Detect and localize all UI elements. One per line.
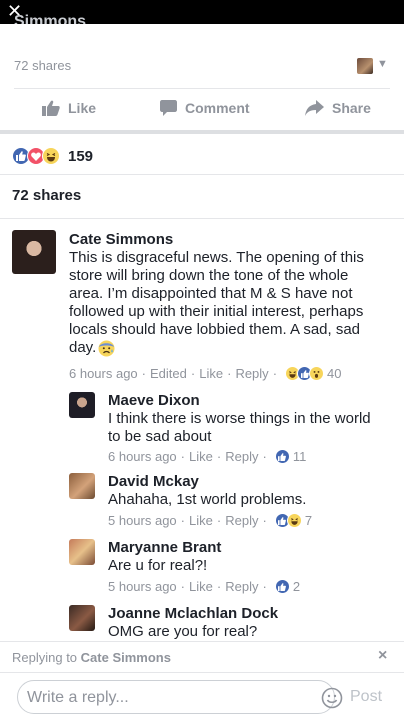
comment-line: store will bring down the tone of the wh… [69,267,349,284]
avatar[interactable] [69,605,95,631]
divider [14,88,390,89]
haha-reaction-icon [286,513,302,528]
reply-placeholder: Write a reply... [27,689,129,706]
like-link[interactable]: Like [189,579,213,594]
reply: Joanne Mclachlan Dock OMG are you for re… [0,605,404,641]
reaction-count: 159 [68,148,94,165]
like-reaction-icon [274,449,290,464]
divider [0,174,404,175]
comment-text: I think there is worse things in the wor… [108,410,398,446]
comment-reactions[interactable] [274,513,302,528]
post-shares-count[interactable]: 72 shares [14,58,71,73]
comment-line: locals should have lobbied them. A sad, … [69,321,361,338]
reactions-summary[interactable]: 159 [0,144,404,172]
share-icon [305,100,324,116]
comment-line: followed up with their initial interest,… [69,303,364,320]
reply-link[interactable]: Reply [235,366,268,381]
avatar[interactable] [12,230,56,274]
comment-line: to be sad about [108,428,212,445]
anxious-face-emoji-icon [98,340,115,356]
comment-text: Ahahaha, 1st world problems. [108,491,398,509]
comment-text: This is disgraceful news. The opening of… [69,249,399,357]
reply-link[interactable]: Reply [225,449,258,464]
comment-line: This is disgraceful news. The opening of… [69,249,364,266]
replying-to-prefix: Replying to [12,650,78,665]
comment-time[interactable]: 5 hours ago [108,579,177,594]
post-button[interactable]: Post [350,688,382,706]
reply: Maeve Dixon I think there is worse thing… [0,392,404,464]
comment-meta: 5 hours ago · Like · Reply · 2 [108,579,301,594]
like-link[interactable]: Like [189,513,213,528]
comment-meta: 6 hours ago · Like · Reply · 11 [108,449,307,464]
comment-author[interactable]: David Mckay [108,473,199,490]
chevron-down-icon[interactable]: ▼ [377,58,388,70]
reply-composer: Write a reply... Post [0,672,404,720]
avatar[interactable] [69,473,95,499]
emoji-icon[interactable] [321,687,343,709]
share-button[interactable]: Share [305,100,371,116]
like-reaction-icon [274,579,290,594]
reaction-count: 7 [304,513,313,528]
comment-meta: 6 hours ago · Edited · Like · Reply · 40 [69,366,342,381]
comment-line-last: day. [69,339,399,357]
post-actions: Like Comment Share [0,90,404,128]
comment-reactions[interactable] [274,579,290,594]
comment-line: day. [69,339,97,356]
comment-icon [160,100,177,116]
comment-label: Comment [185,100,250,116]
comment-time[interactable]: 6 hours ago [108,449,177,464]
comment-line: Are u for real?! [108,557,208,574]
top-bar: ✕ Simmons [0,0,404,24]
close-icon[interactable]: × [378,647,387,665]
edited-label[interactable]: Edited [150,366,187,381]
reply: David Mckay Ahahaha, 1st world problems.… [0,473,404,531]
comment-author[interactable]: Joanne Mclachlan Dock [108,605,278,622]
comment-author[interactable]: Maeve Dixon [108,392,200,409]
reaction-icons [12,147,60,165]
divider [0,218,404,219]
haha-reaction-icon [42,147,60,165]
comment-button[interactable]: Comment [160,100,250,116]
comment-line: OMG are you for real? [108,623,258,640]
comment-text: OMG are you for real? [108,623,398,641]
comment-meta: 5 hours ago · Like · Reply · 7 [108,513,313,528]
scrolled-name-peek: Simmons [14,13,87,25]
post-shares-row: 72 shares ▼ [0,46,404,86]
like-label: Like [68,100,97,116]
reply-input[interactable]: Write a reply... [17,680,343,714]
reply-link[interactable]: Reply [225,579,258,594]
reaction-count: 2 [292,579,301,594]
reaction-count: 40 [327,366,342,381]
comment-reactions[interactable] [285,366,325,381]
reply: Maryanne Brant Are u for real?! 5 hours … [0,539,404,597]
thumbs-up-icon [42,100,60,116]
comment-text: Are u for real?! [108,557,398,575]
comment-line: Ahahaha, 1st world problems. [108,491,307,508]
comment-time[interactable]: 5 hours ago [108,513,177,528]
reaction-count: 11 [292,449,307,464]
share-label: Share [332,100,371,116]
comment: Cate Simmons This is disgraceful news. T… [0,230,404,390]
shares-header[interactable]: 72 shares [12,187,81,204]
comment-line: area. I’m disappointed that M & S have n… [69,285,353,302]
section-separator [0,130,404,134]
wow-reaction-icon [309,366,325,381]
replying-to-bar: Replying to Cate Simmons × [0,641,404,671]
reply-link[interactable]: Reply [225,513,258,528]
avatar[interactable] [357,58,373,74]
comment-line: I think there is worse things in the wor… [108,410,371,427]
replying-to-label: Replying to Cate Simmons [12,650,171,665]
like-link[interactable]: Like [189,449,213,464]
replying-to-target: Cate Simmons [80,650,171,665]
comment-time[interactable]: 6 hours ago [69,366,138,381]
avatar[interactable] [69,539,95,565]
comment-author[interactable]: Cate Simmons [69,231,173,248]
comment-reactions[interactable] [274,449,290,464]
like-button[interactable]: Like [42,100,96,116]
avatar[interactable] [69,392,95,418]
comment-author[interactable]: Maryanne Brant [108,539,221,556]
like-link[interactable]: Like [199,366,223,381]
